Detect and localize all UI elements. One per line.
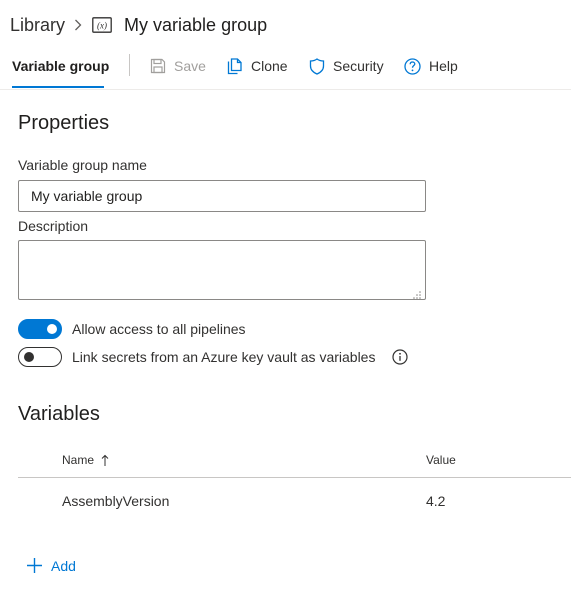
help-button[interactable]: Help	[404, 56, 458, 76]
toolbar-divider	[129, 54, 130, 76]
variable-group-name-input[interactable]	[18, 180, 426, 212]
column-header-name[interactable]: Name	[62, 453, 109, 467]
sort-ascending-icon	[101, 454, 109, 467]
properties-heading: Properties	[18, 112, 110, 134]
clone-button-label: Clone	[251, 58, 288, 74]
toolbar: Variable group Save Clone Security Help	[0, 48, 571, 90]
column-header-value[interactable]: Value	[426, 453, 456, 467]
table-row[interactable]: AssemblyVersion 4.2	[18, 479, 571, 523]
clone-icon	[227, 57, 243, 75]
page-title: My variable group	[124, 14, 268, 35]
save-button[interactable]: Save	[150, 56, 206, 76]
breadcrumb: Library (x) My variable group	[10, 12, 267, 38]
toggle-knob	[24, 352, 34, 362]
info-icon[interactable]	[392, 349, 409, 365]
variables-grid-header: Name Value	[18, 440, 571, 478]
help-icon	[404, 57, 421, 75]
save-button-label: Save	[174, 58, 206, 74]
help-button-label: Help	[429, 58, 458, 74]
allow-access-toggle-row: Allow access to all pipelines	[18, 319, 246, 339]
variable-name-cell[interactable]: AssemblyVersion	[62, 493, 169, 509]
key-vault-toggle-row: Link secrets from an Azure key vault as …	[18, 347, 409, 367]
toggle-knob	[47, 324, 57, 334]
plus-icon	[26, 557, 43, 574]
key-vault-label: Link secrets from an Azure key vault as …	[72, 349, 376, 365]
chevron-right-icon	[74, 19, 82, 31]
save-icon	[150, 58, 166, 74]
variables-heading: Variables	[18, 403, 100, 425]
add-variable-label: Add	[51, 557, 76, 574]
allow-access-label: Allow access to all pipelines	[72, 321, 246, 337]
column-header-name-label: Name	[62, 453, 95, 467]
resize-grip-icon[interactable]	[412, 287, 422, 305]
security-button-label: Security	[333, 58, 384, 74]
description-textarea[interactable]	[18, 240, 426, 300]
shield-icon	[309, 57, 325, 75]
variable-icon: (x)	[92, 17, 112, 33]
variable-group-name-label: Variable group name	[18, 157, 147, 173]
variable-icon-text: (x)	[97, 21, 107, 31]
add-variable-button[interactable]: Add	[26, 557, 76, 574]
clone-button[interactable]: Clone	[227, 56, 288, 76]
tab-variable-group[interactable]: Variable group	[12, 58, 109, 74]
description-label: Description	[18, 218, 89, 234]
security-button[interactable]: Security	[309, 56, 384, 76]
breadcrumb-library-link[interactable]: Library	[10, 15, 65, 36]
variable-value-cell[interactable]: 4.2	[426, 493, 445, 509]
key-vault-toggle[interactable]	[18, 347, 62, 367]
active-tab-indicator	[12, 86, 104, 88]
allow-access-toggle[interactable]	[18, 319, 62, 339]
